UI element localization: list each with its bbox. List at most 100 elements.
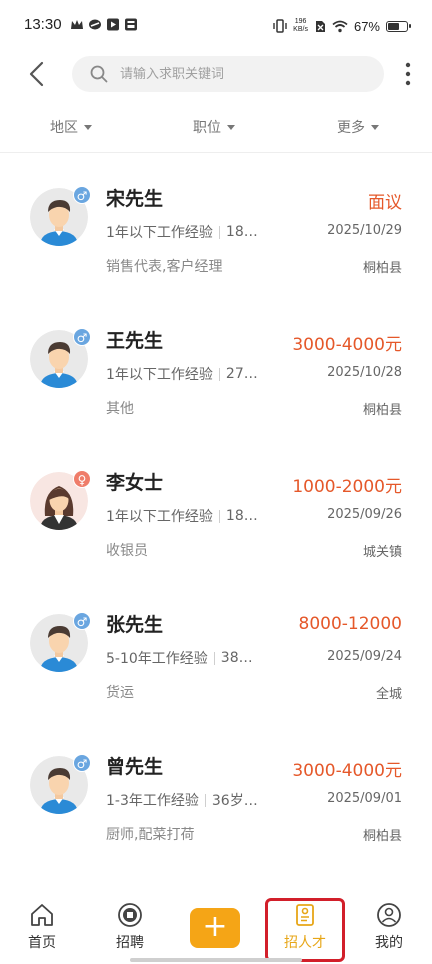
location: 桐柏县 — [362, 403, 402, 418]
crown-icon — [71, 20, 83, 29]
location: 全城 — [375, 687, 402, 702]
candidate-name: 张先生 — [106, 614, 164, 636]
candidate-name: 宋先生 — [106, 188, 164, 210]
home-icon — [31, 904, 53, 926]
salary: 8000-12000 — [298, 614, 402, 634]
post-button[interactable]: + — [190, 908, 240, 948]
chevron-down-icon — [227, 124, 235, 130]
battery-icon — [386, 20, 411, 32]
candidate-meta: 1年以下工作经验 18… — [106, 506, 258, 526]
salary: 3000-4000元 — [292, 761, 402, 781]
desired-position: 销售代表,客户经理 — [106, 259, 223, 275]
filter-position[interactable]: 职位 — [193, 117, 235, 137]
meta-separator — [218, 367, 220, 381]
candidate-card[interactable]: ♂ 王先生 3000-4000元 1年以下工作经验 27… 2025/10/28 其他 桐柏县 — [0, 300, 432, 442]
filter-bar: 地区 职位 更多 — [0, 108, 432, 148]
experience: 1年以下工作经验 — [106, 225, 213, 241]
candidate-name: 王先生 — [106, 330, 164, 352]
status-right: 196 KB/s 67% — [273, 16, 411, 36]
post-date: 2025/10/29 — [327, 223, 402, 238]
nav-jobs[interactable]: 招聘 — [100, 902, 160, 958]
filter-more-label: 更多 — [337, 120, 365, 136]
meta-separator — [204, 793, 206, 807]
filter-region-label: 地区 — [50, 120, 78, 136]
desired-position: 厨师,配菜打荷 — [106, 827, 195, 843]
chevron-down-icon — [84, 124, 92, 130]
filter-more[interactable]: 更多 — [337, 117, 379, 137]
bottom-nav: 首页 招聘 + 招人才 我的 — [0, 898, 432, 964]
nav-home[interactable]: 首页 — [12, 902, 72, 958]
candidate-meta: 1年以下工作经验 18… — [106, 222, 258, 242]
search-box[interactable] — [72, 56, 384, 92]
salary: 面议 — [368, 193, 402, 213]
candidate-name: 曾先生 — [106, 756, 164, 778]
age: 36岁… — [211, 793, 258, 809]
battery-fill — [388, 22, 400, 30]
search-icon — [90, 65, 108, 83]
age: 27… — [225, 366, 258, 382]
filter-region[interactable]: 地区 — [50, 117, 92, 137]
more-options-icon[interactable] — [398, 60, 418, 88]
desired-position: 收银员 — [106, 543, 148, 559]
meta-separator — [213, 651, 215, 665]
experience: 5-10年工作经验 — [106, 651, 208, 667]
net-speed-value: 196 — [294, 18, 307, 25]
no-sim-icon — [315, 20, 325, 32]
salary: 1000-2000元 — [292, 477, 402, 497]
net-speed-unit: KB/s — [293, 26, 308, 33]
post-date: 2025/09/01 — [327, 791, 402, 806]
meta-separator — [218, 509, 220, 523]
header-divider — [0, 152, 432, 153]
candidate-meta: 1年以下工作经验 27… — [106, 364, 258, 384]
desired-position: 其他 — [106, 401, 134, 417]
candidate-name: 李女士 — [106, 472, 164, 494]
status-bar: 13:30 196 KB/s 67% — [0, 0, 432, 50]
play-icon — [107, 18, 119, 31]
candidate-meta: 5-10年工作经验 38… — [106, 648, 253, 668]
candidate-card[interactable]: ♂ 张先生 8000-12000 5-10年工作经验 38… 2025/09/24 货运 全城 — [0, 584, 432, 726]
candidate-card[interactable]: ♂ 曾先生 3000-4000元 1-3年工作经验 36岁… 2025/09/01 厨师,配… — [0, 726, 432, 868]
nav-mine[interactable]: 我的 — [359, 902, 419, 958]
experience: 1-3年工作经验 — [106, 793, 199, 809]
salary: 3000-4000元 — [292, 335, 402, 355]
male-icon: ♂ — [73, 754, 91, 772]
user-icon — [377, 903, 401, 927]
location: 桐柏县 — [362, 261, 402, 276]
status-time: 13:30 — [24, 16, 62, 33]
candidate-meta: 1-3年工作经验 36岁… — [106, 790, 258, 810]
desired-position: 货运 — [106, 685, 134, 701]
nav-mine-label: 我的 — [375, 935, 403, 951]
highlight-box — [265, 898, 345, 962]
location: 桐柏县 — [362, 829, 402, 844]
male-icon: ♂ — [73, 328, 91, 346]
age: 38… — [220, 650, 253, 666]
candidate-card[interactable]: ♂ 宋先生 面议 1年以下工作经验 18… 2025/10/29 销售代表,客户经理 桐柏县 — [0, 158, 432, 300]
job-icon — [118, 903, 142, 927]
filter-position-label: 职位 — [193, 120, 221, 136]
meta-separator — [218, 225, 220, 239]
experience: 1年以下工作经验 — [106, 509, 213, 525]
net-speed: 196 KB/s — [293, 18, 308, 34]
app-icon — [89, 19, 101, 30]
home-indicator[interactable] — [130, 958, 302, 962]
female-icon: ♀ — [73, 470, 91, 488]
candidate-card[interactable]: ♀ 李女士 1000-2000元 1年以下工作经验 18… 2025/09/26 收银员 城关… — [0, 442, 432, 584]
battery-percent: 67% — [353, 18, 380, 34]
post-date: 2025/10/28 — [327, 365, 402, 380]
age: 18… — [225, 508, 258, 524]
experience: 1年以下工作经验 — [106, 367, 213, 383]
chevron-down-icon — [371, 124, 379, 130]
nav-home-label: 首页 — [28, 935, 56, 951]
post-date: 2025/09/24 — [327, 649, 402, 664]
male-icon: ♂ — [73, 186, 91, 204]
inbox-icon — [125, 18, 137, 31]
nav-jobs-label: 招聘 — [116, 935, 144, 951]
post-date: 2025/09/26 — [327, 507, 402, 522]
wifi-icon — [332, 20, 348, 32]
vibrate-icon — [273, 19, 287, 33]
male-icon: ♂ — [73, 612, 91, 630]
search-input[interactable] — [120, 64, 370, 84]
location: 城关镇 — [362, 545, 402, 560]
back-button[interactable] — [24, 60, 52, 88]
age: 18… — [225, 224, 258, 240]
